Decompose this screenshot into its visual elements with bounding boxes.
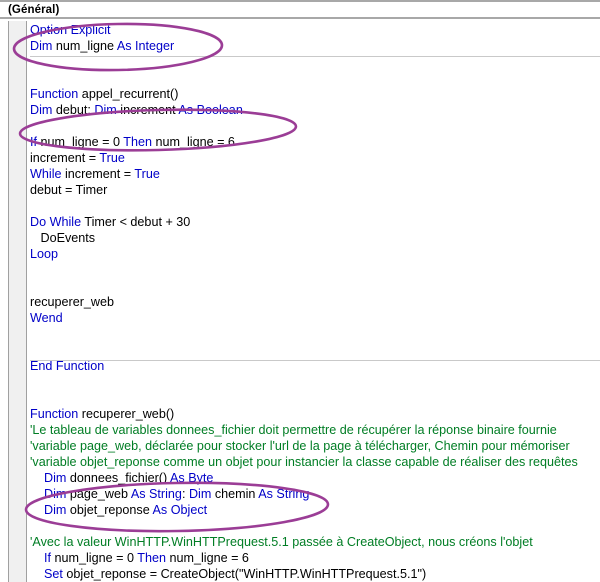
code-line: Wend: [30, 310, 600, 326]
code-token: True: [134, 167, 160, 181]
code-line: Dim page_web As String: Dim chemin As St…: [30, 486, 600, 502]
margin-indicator-bar[interactable]: [8, 21, 27, 582]
code-token: If: [30, 135, 37, 149]
code-line: Set objet_reponse = CreateObject("WinHTT…: [30, 566, 600, 582]
code-line: Dim objet_reponse As Object: [30, 502, 600, 518]
code-token: increment: [116, 103, 179, 117]
code-token: Dim: [30, 487, 67, 501]
code-token: Dim: [30, 471, 67, 485]
code-token: Set: [30, 567, 63, 581]
code-text[interactable]: Option Explicit Dim num_ligne As Integer …: [30, 22, 600, 582]
code-token: As Boolean: [178, 103, 243, 117]
code-token: debut:: [52, 103, 95, 117]
code-token: num_ligne = 6: [151, 135, 235, 149]
code-editor-area[interactable]: Option Explicit Dim num_ligne As Integer …: [0, 21, 600, 582]
separator-after-declarations: [30, 56, 600, 57]
code-token: appel_recurrent(): [78, 87, 179, 101]
code-line: 'Avec la valeur WinHTTP.WinHTTPrequest.5…: [30, 534, 600, 550]
code-token: 'variable objet_reponse comme un objet p…: [30, 455, 578, 469]
code-token: num_ligne = 6: [165, 551, 249, 565]
code-window-header-bar: (Général): [0, 0, 600, 19]
code-line: Function recuperer_web(): [30, 406, 600, 422]
code-token: donnees_fichier(): [66, 471, 170, 485]
code-token: 'Le tableau de variables donnees_fichier…: [30, 423, 557, 437]
code-token: :: [181, 487, 189, 501]
code-line: DoEvents: [30, 230, 600, 246]
code-token: Then: [137, 551, 166, 565]
code-line: Function appel_recurrent(): [30, 86, 600, 102]
code-token: Function: [30, 87, 79, 101]
code-line: 'variable objet_reponse comme un objet p…: [30, 454, 600, 470]
code-line: 'Le tableau de variables donnees_fichier…: [30, 422, 600, 438]
code-token: Function: [30, 407, 79, 421]
code-token: If: [30, 551, 51, 565]
code-token: num_ligne = 0: [37, 135, 124, 149]
code-line: Loop: [30, 246, 600, 262]
code-token: Dim: [30, 39, 53, 53]
code-token: increment =: [30, 151, 100, 165]
code-token: 'Avec la valeur WinHTTP.WinHTTPrequest.5…: [30, 535, 533, 549]
object-combo-box[interactable]: (Général): [0, 1, 59, 18]
code-token: As Byte: [170, 471, 214, 485]
code-token: recuperer_web(): [78, 407, 175, 421]
code-line: 'variable page_web, déclarée pour stocke…: [30, 438, 600, 454]
code-token: While: [30, 167, 62, 181]
code-token: num_ligne: [52, 39, 117, 53]
code-token: objet_reponse = CreateObject("WinHTTP.Wi…: [62, 567, 427, 581]
code-line: Do While Timer < debut + 30: [30, 214, 600, 230]
code-token: increment =: [61, 167, 135, 181]
code-token: num_ligne = 0: [51, 551, 138, 565]
code-token: Then: [123, 135, 152, 149]
code-token: Timer < debut + 30: [81, 215, 191, 229]
code-line: recuperer_web: [30, 294, 600, 310]
code-token: Wend: [30, 311, 63, 325]
code-token: DoEvents: [30, 231, 96, 245]
code-token: Loop: [30, 247, 59, 261]
code-token: Option Explicit: [30, 23, 111, 37]
code-token: As String: [130, 487, 182, 501]
code-token: As String: [258, 487, 310, 501]
code-line: increment = True: [30, 150, 600, 166]
code-token: objet_reponse: [66, 503, 153, 517]
code-line: If num_ligne = 0 Then num_ligne = 6: [30, 134, 600, 150]
code-token: recuperer_web: [30, 295, 115, 309]
code-token: 'variable page_web, déclarée pour stocke…: [30, 439, 570, 453]
code-line: Dim num_ligne As Integer: [30, 38, 600, 54]
code-token: Dim: [30, 503, 67, 517]
code-line: Option Explicit: [30, 22, 600, 38]
code-token: chemin: [211, 487, 259, 501]
code-token: True: [99, 151, 125, 165]
code-token: Dim: [94, 103, 117, 117]
code-token: As Object: [152, 503, 208, 517]
code-token: Dim: [188, 487, 212, 501]
code-token: As Integer: [116, 39, 175, 53]
code-line: If num_ligne = 0 Then num_ligne = 6: [30, 550, 600, 566]
code-token: End Function: [30, 359, 105, 373]
code-line: Dim debut: Dim increment As Boolean: [30, 102, 600, 118]
vba-code-window: (Général) Option Explicit Dim num_ligne A…: [0, 0, 600, 582]
code-token: Dim: [30, 103, 53, 117]
editor-left-edge: [0, 21, 8, 582]
code-line: Dim donnees_fichier() As Byte: [30, 470, 600, 486]
code-token: Do While: [30, 215, 82, 229]
code-token: page_web: [66, 487, 131, 501]
separator-after-appel-recurrent: [30, 360, 600, 361]
code-token: debut = Timer: [30, 183, 108, 197]
code-line: debut = Timer: [30, 182, 600, 198]
code-line: While increment = True: [30, 166, 600, 182]
